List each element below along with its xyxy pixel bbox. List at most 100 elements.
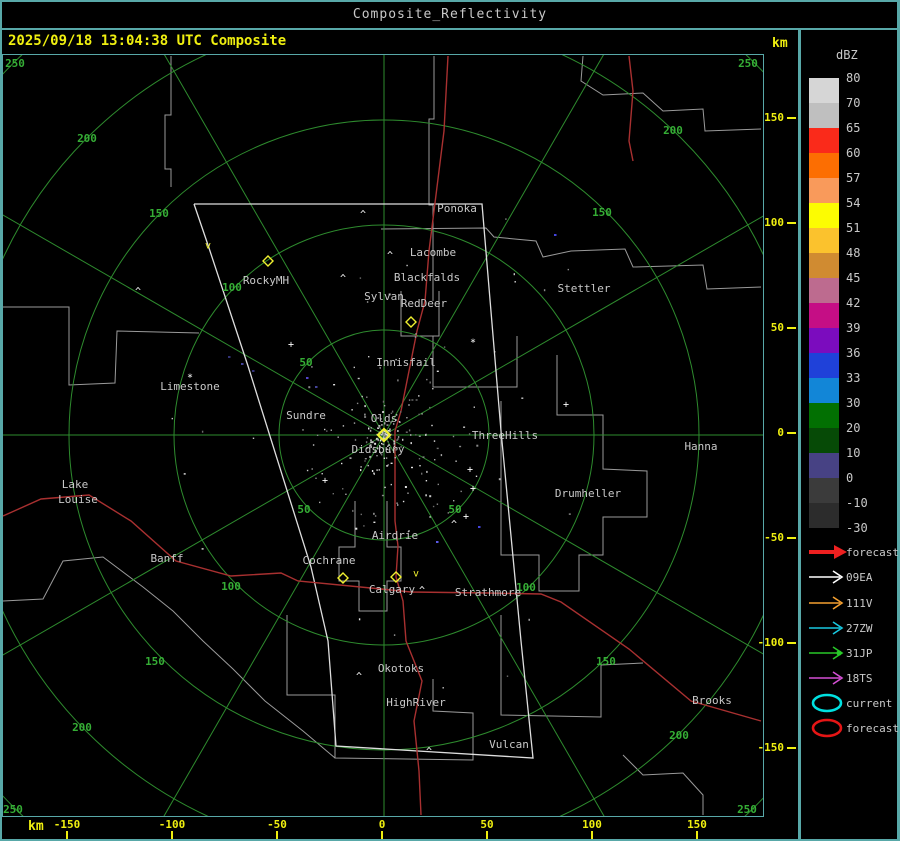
range-label: 200	[669, 729, 689, 742]
colorbar-swatch	[809, 453, 839, 478]
echo-speckle	[369, 429, 372, 432]
echo-speckle	[459, 445, 462, 448]
legend-symbol-open	[809, 621, 844, 635]
echo-speckle	[349, 457, 352, 459]
echo-speckle	[475, 475, 478, 477]
echo-speckle	[431, 424, 433, 427]
colorbar-value-label: 36	[846, 346, 861, 360]
right-axis-tick-mark	[787, 327, 796, 329]
echo-speckle	[468, 433, 471, 435]
echo-speckle	[402, 500, 405, 503]
echo-speckle	[393, 634, 396, 636]
window-border-top	[0, 0, 900, 2]
echo-speckle	[442, 687, 444, 689]
colorbar-swatch	[809, 478, 839, 503]
colorbar-value-label: 33	[846, 371, 861, 385]
echo-speckle	[377, 427, 379, 429]
echo-speckle	[321, 473, 323, 475]
bottom-axis-tick-mark	[486, 831, 488, 839]
colorbar-value-label: 48	[846, 246, 861, 260]
echo-speckle	[418, 413, 420, 416]
range-label: 250	[5, 57, 25, 70]
echo-speckle	[357, 377, 360, 380]
city-label-threehills: ThreeHills	[472, 429, 538, 442]
echo-speckle	[378, 426, 380, 428]
legend-label: forecast	[846, 546, 899, 559]
colorbar-swatch	[809, 253, 839, 278]
colorbar-value-label: -30	[846, 521, 868, 535]
echo-speckle	[388, 430, 390, 432]
legend-symbol-thick	[809, 545, 847, 559]
echo-speckle	[408, 399, 411, 401]
colorbar-value-label: 70	[846, 96, 861, 110]
echo-speckle	[410, 434, 412, 436]
colorbar-value-label: 42	[846, 296, 861, 310]
echo-speckle	[521, 397, 524, 399]
legend-label: current	[846, 697, 893, 710]
radar-map-canvas[interactable]: 250 200 150 100 50 250 200 150 50 100 150 200 250 50 1…	[2, 54, 764, 817]
echo-speckle	[360, 469, 362, 472]
colorbar-value-label: 60	[846, 146, 861, 160]
legend-symbol-ellipse	[811, 693, 843, 713]
legend-symbol-ellipse	[811, 718, 843, 738]
echo-speckle	[306, 469, 309, 472]
echo-speckle	[351, 409, 353, 411]
right-axis-tick-mark	[787, 117, 796, 119]
caret-marker: ^	[426, 747, 432, 758]
city-label-strathmore: Strathmore	[455, 586, 521, 599]
colorbar-swatch	[809, 203, 839, 228]
range-label: 250	[737, 803, 757, 816]
echo-speckle	[364, 405, 366, 408]
echo-speckle	[370, 439, 372, 442]
city-label-hanna: Hanna	[684, 440, 717, 453]
echo-speckle	[396, 502, 398, 504]
city-label-sundre: Sundre	[286, 409, 326, 422]
colorbar-swatch	[809, 328, 839, 353]
city-label-innisfail: Innisfail	[376, 356, 436, 369]
echo-speckle	[426, 378, 428, 381]
colorbar-value-label: 10	[846, 446, 861, 460]
colorbar-value-label: 39	[846, 321, 861, 335]
echo-speckle	[429, 516, 431, 518]
legend-label: 27ZW	[846, 622, 873, 635]
echo-speckle	[332, 493, 334, 495]
city-label-lacombe: Lacombe	[410, 246, 456, 259]
echo-speckle	[418, 458, 421, 460]
echo-speckle-colored	[315, 386, 318, 388]
echo-speckle	[364, 460, 366, 462]
plus-marker: +	[467, 465, 473, 476]
right-axis-tick-mark	[787, 642, 796, 644]
echo-speckle	[436, 370, 439, 372]
echo-speckle	[373, 512, 375, 515]
range-label: 50	[448, 503, 461, 516]
plus-marker: +	[463, 512, 469, 523]
echo-speckle	[400, 411, 402, 413]
city-label-blackfalds: Blackfalds	[394, 271, 460, 284]
echo-speckle	[360, 466, 362, 468]
echo-speckle	[368, 427, 370, 430]
echo-speckle	[429, 381, 431, 384]
colorbar-swatch	[809, 153, 839, 178]
echo-speckle	[383, 457, 385, 459]
echo-speckle	[382, 400, 385, 403]
echo-speckle	[311, 468, 313, 470]
status-datetime: 2025/09/18 13:04:38 UTC Composite	[8, 33, 287, 49]
echo-speckle	[369, 455, 372, 458]
echo-speckle-colored	[306, 377, 309, 379]
echo-speckle	[381, 494, 384, 497]
range-label: 150	[596, 655, 616, 668]
echo-speckle	[418, 435, 421, 437]
colorbar-value-label: 45	[846, 271, 861, 285]
right-axis-tick-label: 100	[764, 216, 784, 229]
echo-speckle	[415, 399, 418, 401]
echo-speckle	[452, 435, 455, 438]
echo-speckle	[410, 442, 412, 445]
echo-speckle	[366, 437, 369, 439]
echo-speckle	[371, 470, 374, 472]
right-axis-tick-mark	[787, 222, 796, 224]
bottom-axis-tick-label: -100	[158, 818, 186, 831]
echo-speckle	[429, 406, 431, 409]
bottom-axis-unit-label: km	[28, 819, 44, 834]
city-label-louise: Louise	[58, 493, 98, 506]
legend-label: 111V	[846, 597, 873, 610]
